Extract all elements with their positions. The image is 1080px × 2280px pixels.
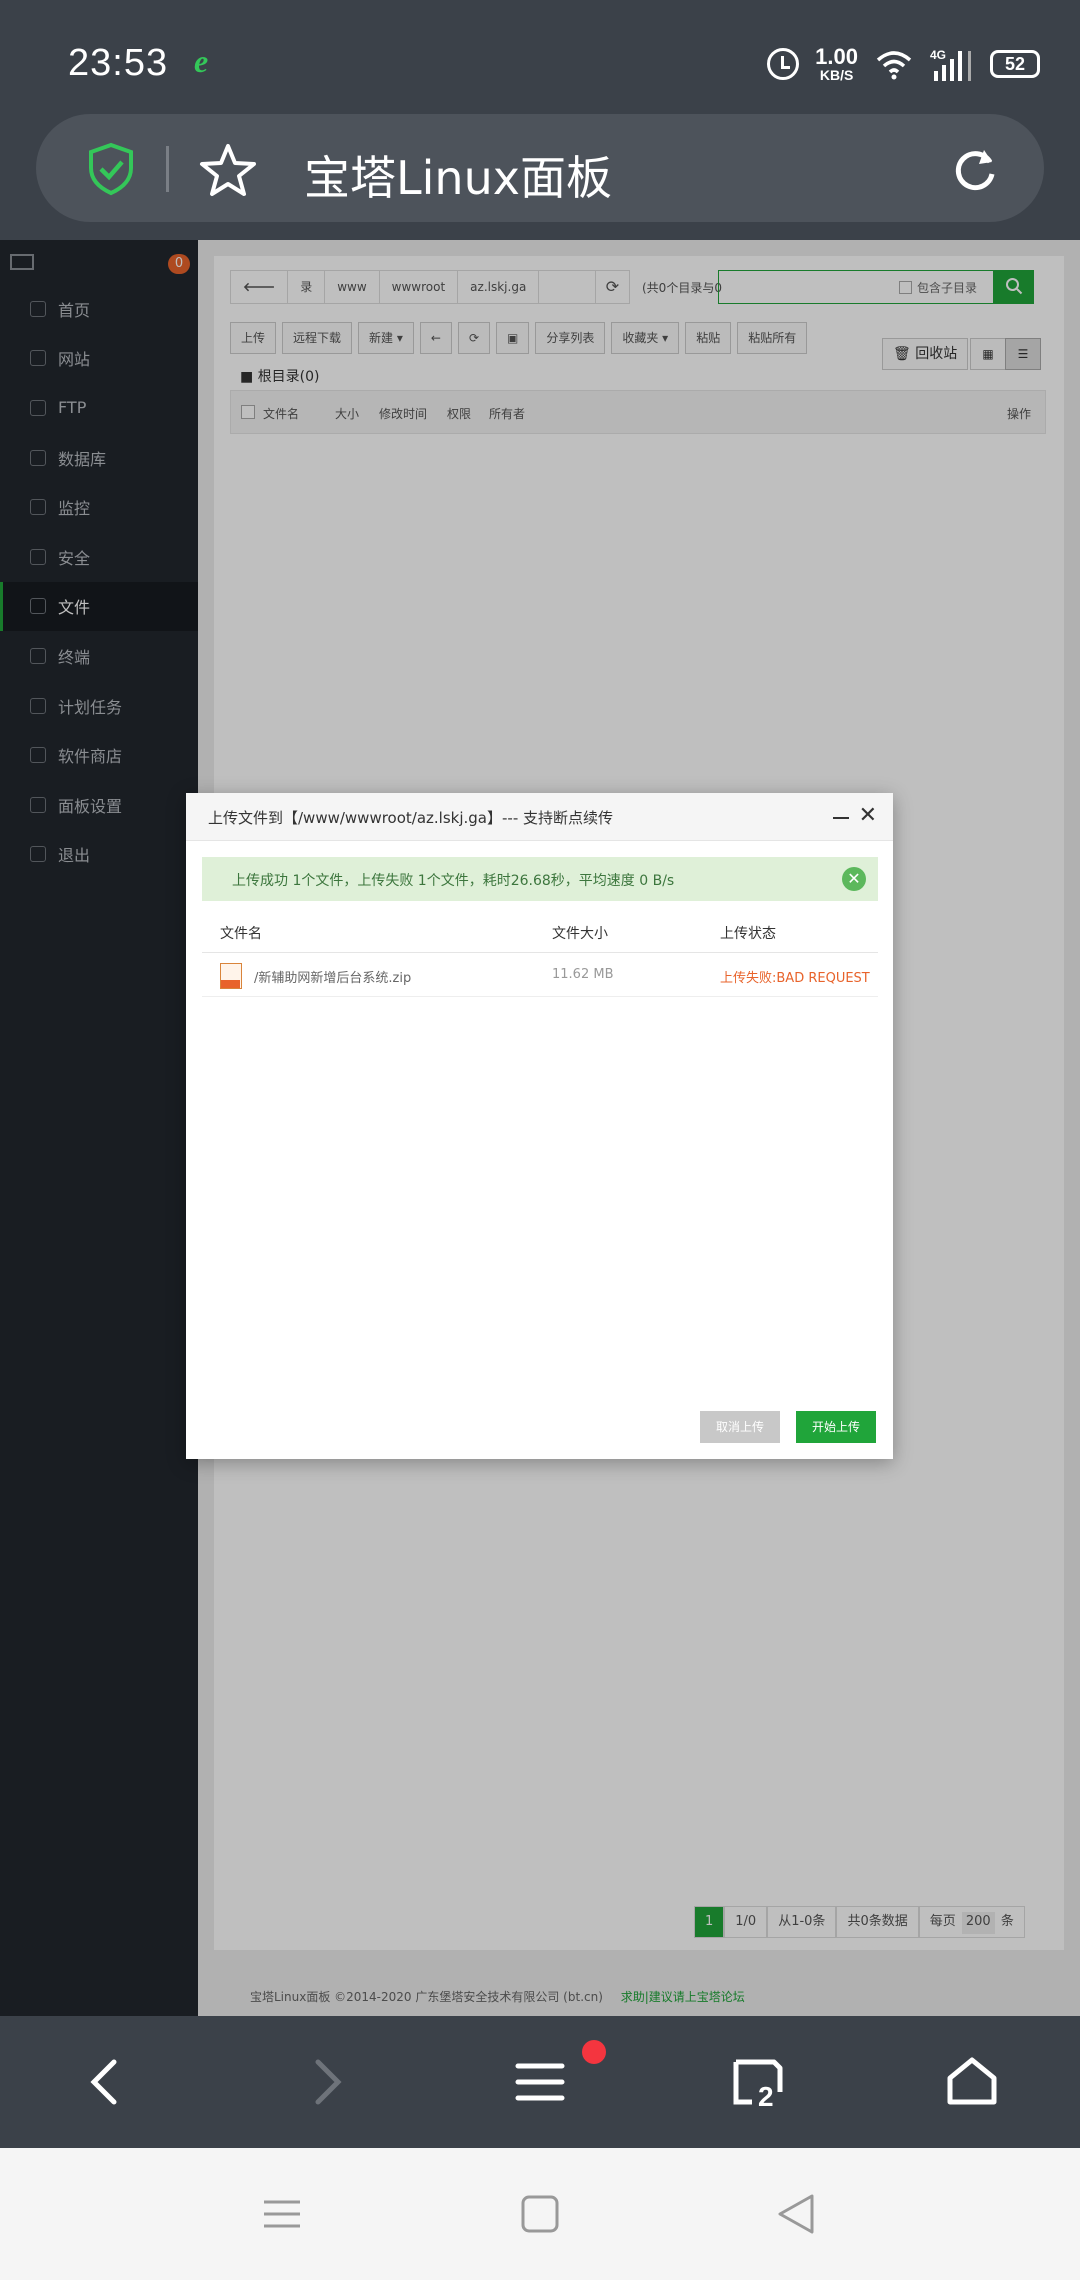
- address-divider: [166, 146, 169, 192]
- tabs-icon[interactable]: 2: [728, 2052, 788, 2112]
- upload-result-alert: 上传成功 1个文件，上传失败 1个文件，耗时26.68秒，平均速度 0 B/s …: [202, 857, 878, 901]
- upload-file-status: 上传失败:BAD REQUEST: [720, 971, 870, 986]
- upload-result-message: 上传成功 1个文件，上传失败 1个文件，耗时26.68秒，平均速度 0 B/s: [232, 873, 675, 889]
- svg-text:4G: 4G: [930, 48, 946, 62]
- recent-apps-icon[interactable]: [260, 2192, 304, 2236]
- col-upload-size: 文件大小: [552, 926, 608, 942]
- menu-notification-dot: [582, 2040, 606, 2064]
- browser-e-icon: e: [194, 43, 209, 79]
- upload-table-header: 文件名 文件大小 上传状态: [202, 913, 878, 953]
- browser-address-area: 宝塔Linux面板: [0, 110, 1080, 240]
- zip-file-icon: [220, 963, 242, 989]
- forward-icon[interactable]: [296, 2052, 356, 2112]
- wifi-icon: [876, 51, 912, 80]
- dialog-header: 上传文件到【/www/wwwroot/az.lskj.ga】--- 支持断点续传…: [186, 793, 893, 841]
- cancel-upload-button[interactable]: 取消上传: [700, 1411, 780, 1443]
- page-title[interactable]: 宝塔Linux面板: [304, 142, 612, 208]
- net-speed-value: 1.00: [815, 44, 858, 69]
- status-bar: 23:53 e 1.00 KB/S 4G 52: [0, 0, 1080, 110]
- net-speed: 1.00 KB/S: [815, 44, 858, 83]
- upload-row: /新辅助网新增后台系统.zip 11.62 MB 上传失败:BAD REQUES…: [202, 953, 878, 997]
- start-upload-button[interactable]: 开始上传: [796, 1411, 876, 1443]
- dialog-title: 上传文件到【/www/wwwroot/az.lskj.ga】--- 支持断点续传: [208, 809, 614, 827]
- web-page: 0 首页 网站 FTP 数据库 监控 安全 文件 终端 计划任务 软件商店 面板设置 退出 🡐 录 w…: [0, 240, 1080, 2016]
- battery-icon: 52: [990, 50, 1040, 78]
- system-nav-bar: [0, 2148, 1080, 2280]
- close-icon[interactable]: ✕: [859, 805, 877, 827]
- address-bar[interactable]: 宝塔Linux面板: [36, 114, 1044, 222]
- status-time: 23:53: [68, 42, 169, 84]
- back-icon[interactable]: [76, 2052, 136, 2112]
- home-nav-icon[interactable]: [518, 2192, 562, 2236]
- upload-file-name: /新辅助网新增后台系统.zip: [254, 971, 412, 986]
- home-icon[interactable]: [942, 2052, 1002, 2112]
- minimize-icon[interactable]: [833, 809, 849, 825]
- star-icon[interactable]: [198, 142, 258, 198]
- col-upload-filename: 文件名: [220, 926, 262, 942]
- col-upload-status: 上传状态: [720, 926, 776, 942]
- browser-toolbar: 2: [0, 2016, 1080, 2148]
- svg-text:2: 2: [758, 2081, 774, 2112]
- alert-close-icon[interactable]: ✕: [842, 867, 866, 891]
- refresh-icon[interactable]: [950, 144, 1000, 194]
- status-icons: 1.00 KB/S 4G 52: [767, 44, 1040, 84]
- menu-icon[interactable]: [510, 2052, 570, 2112]
- upload-dialog: 上传文件到【/www/wwwroot/az.lskj.ga】--- 支持断点续传…: [186, 793, 893, 1459]
- net-speed-unit: KB/S: [819, 67, 854, 83]
- alarm-icon: [767, 48, 800, 80]
- upload-file-size: 11.62 MB: [552, 967, 614, 982]
- shield-check-icon[interactable]: [86, 142, 136, 196]
- signal-4g-icon: 4G: [930, 48, 971, 81]
- back-nav-icon[interactable]: [774, 2192, 818, 2236]
